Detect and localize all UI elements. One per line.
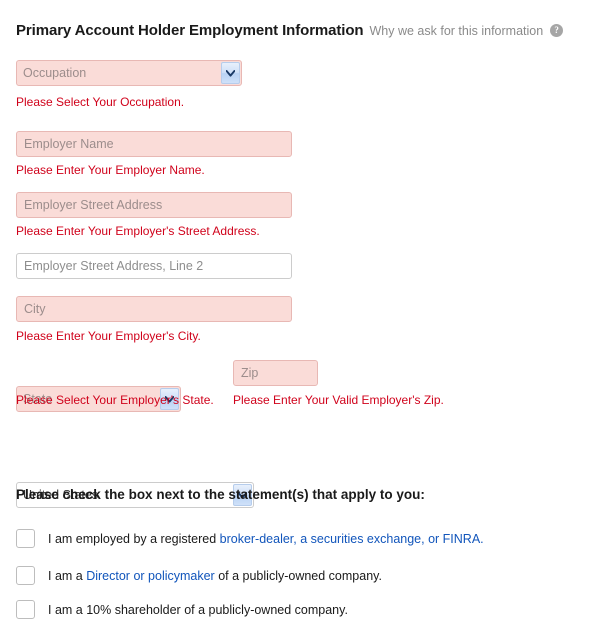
page-title: Primary Account Holder Employment Inform… — [16, 22, 364, 39]
zip-error: Please Enter Your Valid Employer's Zip. — [233, 393, 444, 407]
occupation-select[interactable]: Occupation — [16, 60, 242, 86]
affiliation-text-before-2: I am a 10% shareholder of a publicly-own… — [48, 602, 348, 617]
why-we-ask-link[interactable]: Why we ask for this information — [370, 24, 544, 38]
affiliation-link-0[interactable]: broker-dealer, a securities exchange, or… — [220, 532, 484, 546]
occupation-select-value: Occupation — [23, 66, 87, 80]
occupation-error: Please Select Your Occupation. — [16, 95, 185, 109]
affiliation-label-0: I am employed by a registered broker-dea… — [48, 532, 484, 546]
affiliations-heading: Please check the box next to the stateme… — [16, 487, 425, 502]
employer-street-address-error: Please Enter Your Employer's Street Addr… — [16, 224, 260, 238]
affiliation-checkbox-0[interactable] — [16, 529, 35, 548]
affiliation-text-after-1: of a publicly-owned company. — [214, 568, 382, 583]
list-item[interactable]: I am a 10% shareholder of a publicly-own… — [16, 600, 348, 619]
affiliation-label-1: I am a Director or policymaker of a publ… — [48, 569, 382, 583]
help-circle-icon[interactable]: ? — [550, 24, 564, 37]
employer-name-error: Please Enter Your Employer Name. — [16, 163, 205, 177]
affiliation-text-before-1: I am a — [48, 568, 87, 583]
chevron-down-icon — [221, 62, 240, 84]
employer-street-address-input[interactable] — [16, 192, 292, 218]
state-error: Please Select Your Employer's State. — [16, 393, 214, 407]
employer-name-input[interactable] — [16, 131, 292, 157]
list-item[interactable]: I am a Director or policymaker of a publ… — [16, 566, 382, 585]
section-header: Primary Account Holder Employment Inform… — [16, 22, 564, 39]
affiliation-link-1[interactable]: Director or policymaker — [86, 569, 215, 583]
zip-input[interactable] — [233, 360, 318, 386]
affiliation-checkbox-1[interactable] — [16, 566, 35, 585]
employer-street-address-line2-input[interactable] — [16, 253, 292, 279]
affiliation-checkbox-2[interactable] — [16, 600, 35, 619]
affiliation-label-2: I am a 10% shareholder of a publicly-own… — [48, 603, 348, 617]
employment-information-form: Primary Account Holder Employment Inform… — [0, 0, 615, 644]
affiliation-text-before-0: I am employed by a registered — [48, 531, 220, 546]
list-item[interactable]: I am employed by a registered broker-dea… — [16, 529, 484, 548]
city-error: Please Enter Your Employer's City. — [16, 329, 201, 343]
city-input[interactable] — [16, 296, 292, 322]
